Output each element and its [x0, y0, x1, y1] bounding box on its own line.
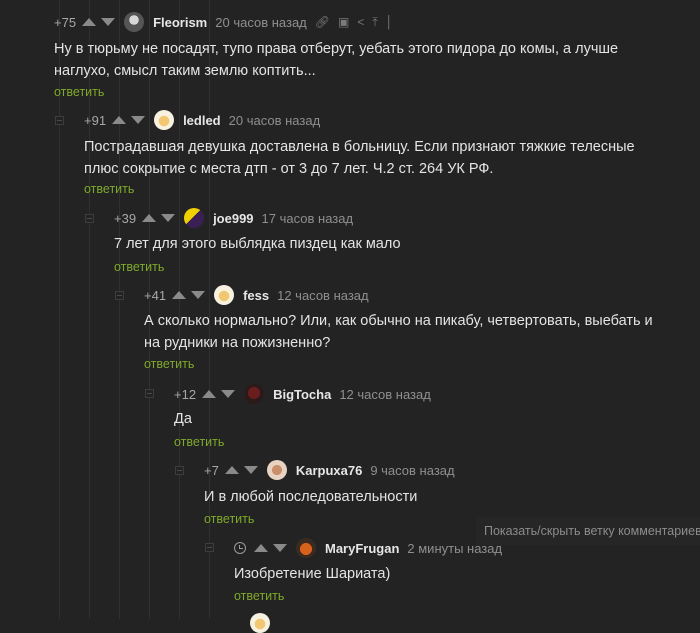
- comment-header: +75 Fleorism 20 часов назад 🔗︎ ▣ < ⤒ │: [54, 12, 393, 32]
- collapse-thread-button[interactable]: [205, 543, 214, 552]
- thread-guide-line[interactable]: [119, 0, 120, 619]
- downvote-icon[interactable]: [161, 214, 176, 222]
- upvote-icon[interactable]: [82, 18, 97, 26]
- comment-rating: +7: [204, 462, 219, 478]
- upvote-icon[interactable]: [142, 214, 157, 222]
- avatar[interactable]: [250, 613, 270, 633]
- collapse-thread-button[interactable]: [175, 466, 184, 475]
- comment-time[interactable]: 12 часов назад: [277, 288, 369, 303]
- reply-link[interactable]: ответить: [114, 260, 164, 274]
- upvote-icon[interactable]: [224, 466, 239, 474]
- reply-link[interactable]: ответить: [234, 589, 284, 603]
- comment-header: +12 BigTocha 12 часов назад: [174, 384, 431, 404]
- clock-icon: [234, 542, 246, 554]
- toggle-thread-tooltip: Показать/скрыть ветку комментариев: [476, 517, 700, 545]
- upvote-icon[interactable]: [172, 291, 187, 299]
- comment-time[interactable]: 17 часов назад: [262, 211, 354, 226]
- collapse-thread-button[interactable]: [55, 116, 64, 125]
- comment-author[interactable]: BigTocha: [273, 387, 331, 402]
- comment-time[interactable]: 9 часов назад: [370, 463, 454, 478]
- comment-rating: +12: [174, 386, 197, 402]
- downvote-icon[interactable]: [131, 116, 146, 124]
- downvote-icon[interactable]: [101, 18, 116, 26]
- avatar[interactable]: [296, 538, 316, 558]
- comment-header: +41 fess 12 часов назад: [144, 285, 369, 305]
- share-icon[interactable]: <: [357, 15, 364, 29]
- comment-text: Да: [174, 411, 192, 427]
- avatar[interactable]: [244, 384, 265, 404]
- avatar[interactable]: [184, 208, 205, 228]
- comment-text: И в любой последовательности: [204, 489, 418, 505]
- comment-header: MaryFrugan 2 минуты назад: [234, 538, 502, 558]
- comment-text: Ну в тюрьму не посадят, тупо права отбер…: [54, 41, 619, 79]
- save-icon[interactable]: ▣: [338, 15, 349, 29]
- comment-rating: +75: [54, 14, 77, 30]
- comment-author[interactable]: ledled: [183, 113, 221, 128]
- comment-header: +91 ledled 20 часов назад: [84, 110, 320, 130]
- upvote-icon[interactable]: [112, 116, 127, 124]
- more-icon[interactable]: │: [386, 15, 394, 29]
- comment-author[interactable]: MaryFrugan: [325, 541, 399, 556]
- upvote-icon[interactable]: [254, 544, 268, 552]
- collapse-thread-button[interactable]: [145, 389, 154, 398]
- avatar[interactable]: [266, 460, 287, 480]
- reply-link[interactable]: ответить: [204, 512, 254, 526]
- comment-text: Изобретение Шариата): [234, 566, 391, 582]
- comment-text: А сколько нормально? Или, как обычно на …: [144, 313, 653, 351]
- downvote-icon[interactable]: [191, 291, 206, 299]
- comment-header: +7 Karpuxa76 9 часов назад: [204, 460, 455, 480]
- comment-time[interactable]: 20 часов назад: [215, 15, 307, 30]
- comment-time[interactable]: 20 часов назад: [229, 113, 321, 128]
- comment-header: +39 joe999 17 часов назад: [114, 208, 353, 228]
- comment-author[interactable]: Karpuxa76: [296, 463, 362, 478]
- comment-author[interactable]: fess: [243, 288, 269, 303]
- avatar[interactable]: [214, 285, 235, 305]
- link-icon[interactable]: 🔗︎: [315, 15, 330, 29]
- collapse-thread-button[interactable]: [115, 291, 124, 300]
- comment-text: 7 лет для этого выблядка пиздец как мало: [114, 236, 401, 252]
- collapse-thread-button[interactable]: [85, 214, 94, 223]
- downvote-icon[interactable]: [243, 466, 258, 474]
- upvote-icon[interactable]: [202, 390, 217, 398]
- comment-author[interactable]: Fleorism: [153, 15, 207, 30]
- reply-link[interactable]: ответить: [144, 357, 194, 371]
- reply-link[interactable]: ответить: [54, 85, 104, 99]
- comment-text: Пострадавшая девушка доставлена в больни…: [84, 139, 635, 177]
- avatar[interactable]: [154, 110, 175, 130]
- reply-link[interactable]: ответить: [174, 435, 224, 449]
- comment-author[interactable]: joe999: [213, 211, 253, 226]
- reply-link[interactable]: ответить: [84, 182, 134, 196]
- avatar[interactable]: [124, 12, 145, 32]
- comment-rating: +41: [144, 287, 167, 303]
- comment-time[interactable]: 12 часов назад: [339, 387, 431, 402]
- downvote-icon[interactable]: [273, 544, 287, 552]
- go-up-icon[interactable]: ⤒: [372, 15, 377, 30]
- comment-rating: +39: [114, 210, 137, 226]
- downvote-icon[interactable]: [221, 390, 236, 398]
- comment-rating: +91: [84, 112, 107, 128]
